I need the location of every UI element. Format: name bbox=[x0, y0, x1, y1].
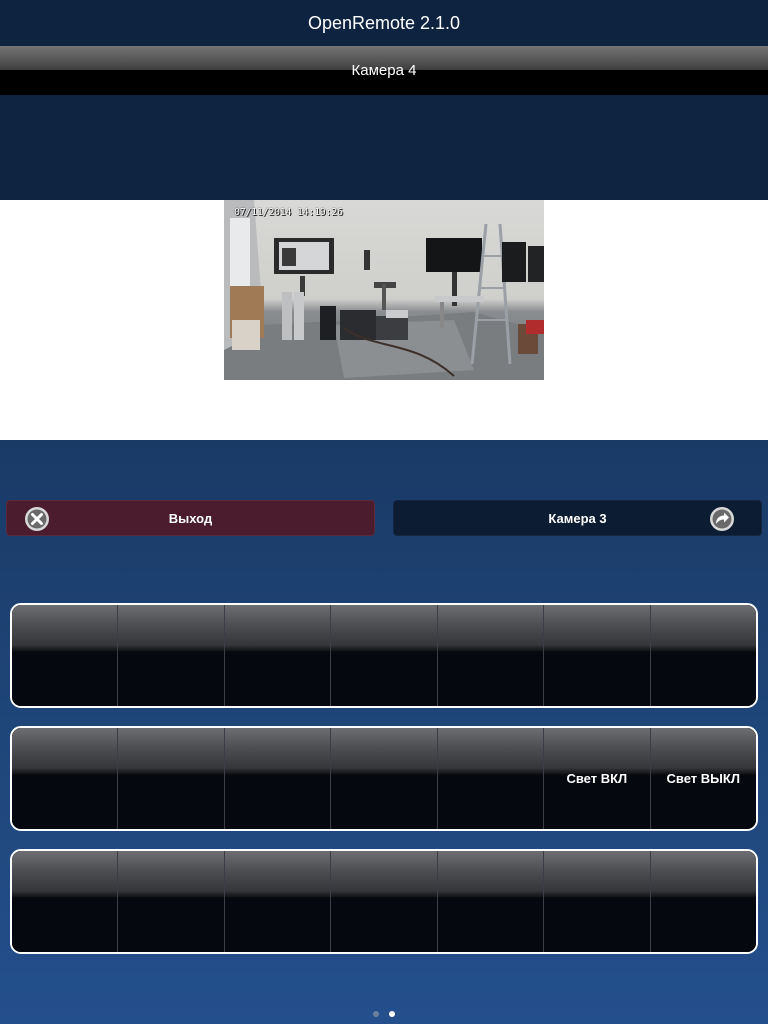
page-dot-2[interactable] bbox=[389, 1011, 395, 1017]
close-circle-icon bbox=[25, 507, 49, 531]
app-title-bar: OpenRemote 2.1.0 bbox=[0, 0, 768, 46]
panel-3-button-2[interactable] bbox=[117, 851, 224, 952]
arrow-redo-icon bbox=[710, 507, 734, 531]
panel-3-button-3[interactable] bbox=[223, 851, 331, 952]
panel-2-button-2[interactable] bbox=[117, 728, 224, 829]
next-camera-button-label: Камера 3 bbox=[548, 510, 607, 526]
panel-1-button-7[interactable] bbox=[649, 605, 756, 706]
navigation-bar: Камера 4 bbox=[0, 46, 768, 95]
panel-3-button-5[interactable] bbox=[436, 851, 544, 952]
page-indicator[interactable] bbox=[0, 1009, 768, 1019]
panel-3-button-4[interactable] bbox=[330, 851, 437, 952]
light-on-button[interactable]: Свет ВКЛ bbox=[543, 728, 650, 829]
camera-scene bbox=[224, 200, 544, 380]
exit-button-label: Выход bbox=[168, 510, 213, 526]
panel-2-button-5[interactable] bbox=[436, 728, 544, 829]
panel-1-button-4[interactable] bbox=[330, 605, 437, 706]
panel-2-button-1[interactable] bbox=[12, 728, 118, 829]
panel-2-button-4[interactable] bbox=[330, 728, 437, 829]
button-panel-1 bbox=[10, 603, 758, 708]
camera-timestamp: 07/11/2014 14:19:26 bbox=[234, 207, 343, 218]
panel-3-button-7[interactable] bbox=[649, 851, 756, 952]
screen-title: Камера 4 bbox=[351, 62, 417, 79]
panel-1-button-6[interactable] bbox=[543, 605, 650, 706]
light-on-label: Свет ВКЛ bbox=[566, 771, 628, 786]
panel-1-button-2[interactable] bbox=[117, 605, 224, 706]
page-dot-1[interactable] bbox=[373, 1011, 379, 1017]
panel-2-button-3[interactable] bbox=[223, 728, 331, 829]
panel-3-button-1[interactable] bbox=[12, 851, 118, 952]
panel-3-button-6[interactable] bbox=[543, 851, 650, 952]
light-off-label: Свет ВЫКЛ bbox=[666, 771, 740, 786]
button-panel-2: Свет ВКЛ Свет ВЫКЛ bbox=[10, 726, 758, 831]
next-camera-button[interactable]: Камера 3 bbox=[393, 500, 762, 536]
panel-1-button-1[interactable] bbox=[12, 605, 118, 706]
light-off-button[interactable]: Свет ВЫКЛ bbox=[649, 728, 756, 829]
camera-panel: 07/11/2014 14:19:26 bbox=[0, 200, 768, 440]
upper-background bbox=[0, 95, 768, 200]
button-panel-3 bbox=[10, 849, 758, 954]
app-title: OpenRemote 2.1.0 bbox=[307, 12, 461, 33]
exit-button[interactable]: Выход bbox=[6, 500, 375, 536]
camera-feed-image: 07/11/2014 14:19:26 bbox=[224, 200, 544, 380]
panel-1-button-3[interactable] bbox=[223, 605, 331, 706]
panel-1-button-5[interactable] bbox=[436, 605, 544, 706]
